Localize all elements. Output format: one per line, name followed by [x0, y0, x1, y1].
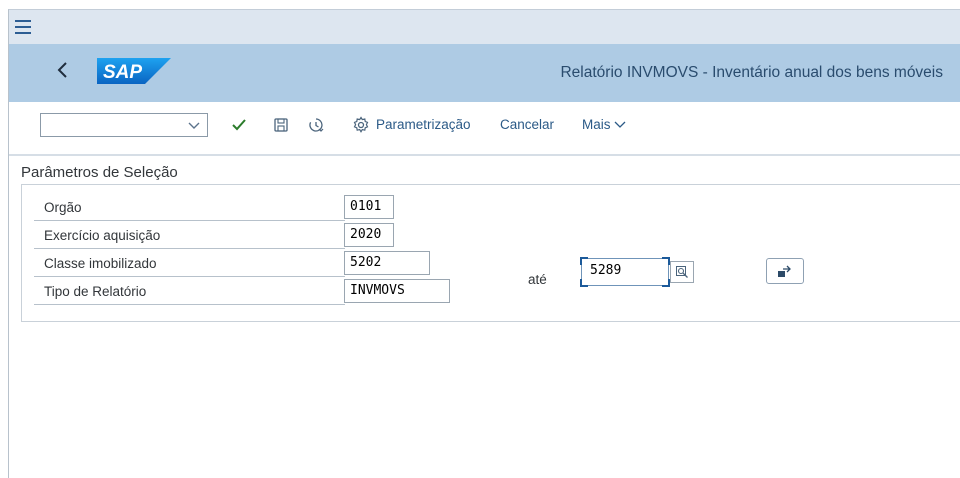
history-icon[interactable] — [307, 116, 325, 134]
orgao-input[interactable]: 0101 — [344, 195, 394, 219]
more-button[interactable]: Mais — [582, 117, 626, 132]
save-icon[interactable] — [272, 116, 290, 134]
sap-logo-text: SAP — [103, 62, 142, 83]
hamburger-menu-icon[interactable] — [15, 20, 31, 34]
toolbar-separator — [9, 154, 960, 156]
shell-bar: SAP Relatório INVMOVS - Inventário anual… — [9, 44, 960, 102]
classe-imobilizado-to-input[interactable]: 5289 — [580, 257, 670, 287]
application-toolbar: Parametrização Cancelar Mais — [9, 102, 960, 154]
sap-window: SAP Relatório INVMOVS - Inventário anual… — [8, 9, 960, 478]
label-classe-imobilizado: Classe imobilizado — [34, 253, 345, 277]
multiple-selection-arrow-icon — [778, 265, 791, 277]
chevron-left-icon — [57, 62, 67, 78]
chevron-down-icon — [188, 122, 200, 129]
page-title: Relatório INVMOVS - Inventário anual dos… — [560, 64, 943, 81]
label-tipo-relatorio: Tipo de Relatório — [34, 281, 345, 305]
parametrizacao-button[interactable]: Parametrização — [376, 117, 471, 132]
chevron-down-icon — [614, 121, 626, 129]
range-to-label: até — [528, 272, 547, 287]
label-exercicio-aquisicao: Exercício aquisição — [34, 225, 345, 249]
label-orgao: Orgão — [34, 197, 345, 221]
classe-imobilizado-from-input[interactable]: 5202 — [344, 251, 430, 275]
more-label: Mais — [582, 117, 611, 132]
search-help-icon — [676, 266, 688, 278]
classe-imobilizado-to-value: 5289 — [590, 263, 622, 278]
sap-logo: SAP — [97, 58, 171, 84]
menu-bar — [9, 10, 960, 44]
exercicio-aquisicao-input[interactable]: 2020 — [344, 223, 394, 247]
variant-select[interactable] — [40, 113, 208, 137]
search-help-button[interactable] — [670, 261, 694, 283]
checkmark-icon[interactable] — [230, 116, 248, 134]
multiple-selection-button[interactable] — [766, 258, 804, 284]
group-title: Parâmetros de Seleção — [21, 164, 178, 181]
tipo-relatorio-input[interactable]: INVMOVS — [344, 279, 450, 303]
back-button[interactable] — [49, 56, 77, 84]
gear-icon[interactable] — [352, 116, 370, 134]
cancel-button[interactable]: Cancelar — [500, 117, 554, 132]
